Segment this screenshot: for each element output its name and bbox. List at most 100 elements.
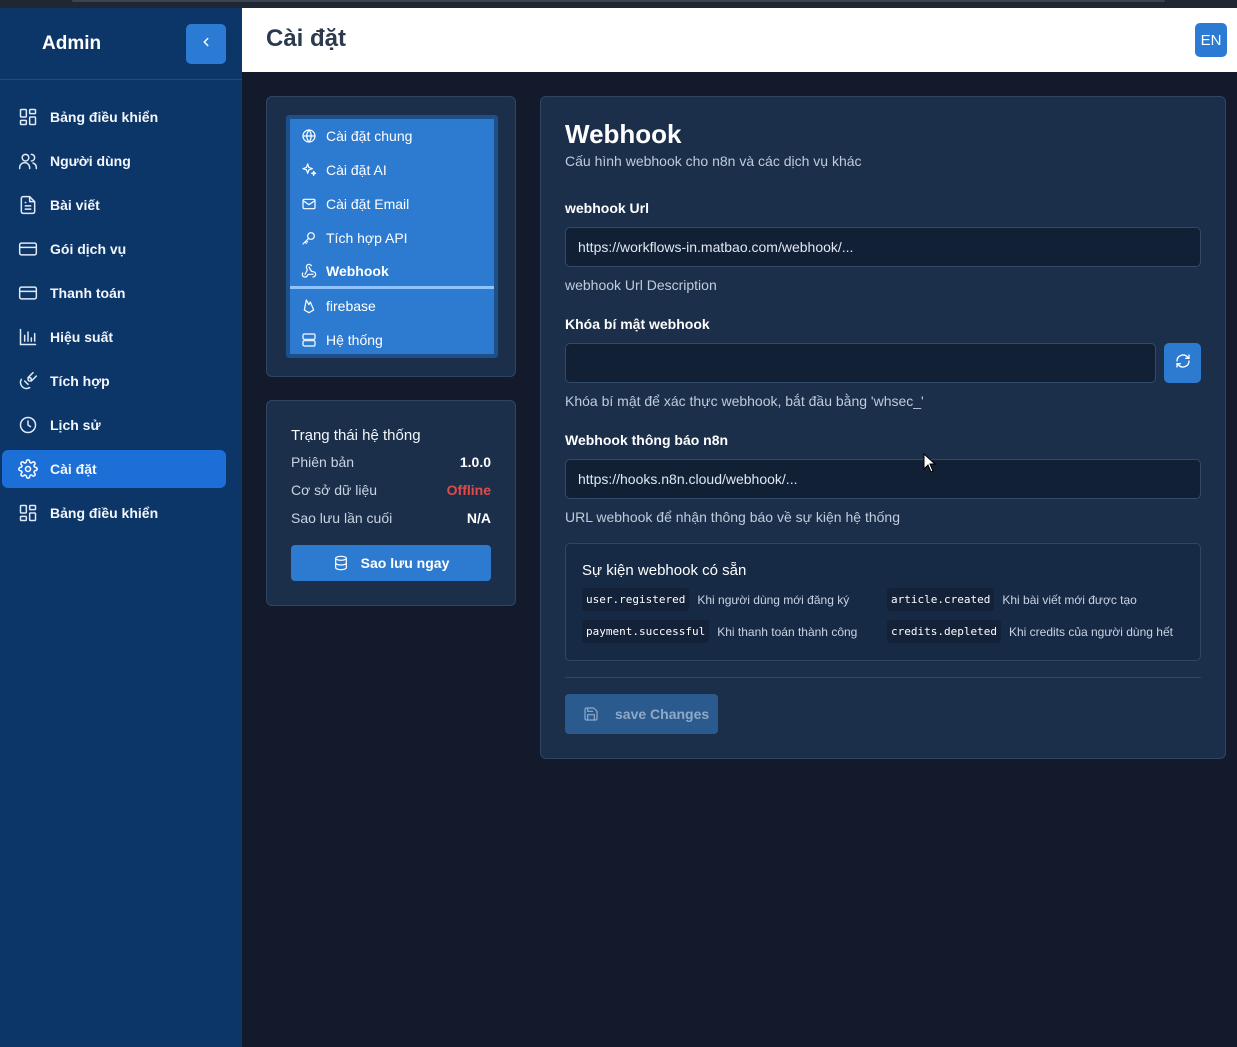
sidebar: Admin Bảng điều khiển Người dùng Bài viế… <box>0 8 242 1047</box>
sidebar-item-integrations[interactable]: Tích hợp <box>2 362 226 400</box>
sidebar-item-label: Gói dịch vụ <box>50 241 127 257</box>
event-code: payment.successful <box>582 620 710 643</box>
sidebar-item-plans[interactable]: Gói dịch vụ <box>2 230 226 268</box>
menu-item-system[interactable]: Hệ thống <box>290 323 494 357</box>
mouse-cursor-icon <box>923 452 937 478</box>
webhook-url-label: webhook Url <box>565 200 650 216</box>
menu-item-label: Cài đặt AI <box>326 162 387 178</box>
database-status-badge: Offline <box>446 482 491 498</box>
webhook-secret-input[interactable] <box>565 343 1156 383</box>
webhook-secret-label: Khóa bí mật webhook <box>565 316 710 332</box>
event-description: Khi credits của người dùng hết <box>1008 624 1173 639</box>
menu-item-label: Cài đặt Email <box>326 196 410 212</box>
system-status-card: Trạng thái hệ thống Phiên bản 1.0.0 Cơ s… <box>266 400 516 606</box>
credit-card-icon <box>18 283 38 303</box>
event-description: Khi người dùng mới đăng ký <box>697 592 850 607</box>
sidebar-item-label: Tích hợp <box>50 373 110 389</box>
last-backup-value: N/A <box>466 510 491 526</box>
refresh-icon <box>1175 353 1191 374</box>
event-item: user.registered Khi người dùng mới đăng … <box>582 588 849 611</box>
collapse-sidebar-button[interactable] <box>186 24 226 64</box>
settings-menu-card: Cài đặt chung Cài đặt AI Cài đặt Email T… <box>266 96 516 377</box>
language-toggle-button[interactable]: EN <box>1195 23 1227 57</box>
sidebar-item-settings[interactable]: Cài đặt <box>2 450 226 488</box>
save-icon <box>583 706 599 722</box>
section-title: Webhook <box>565 119 682 149</box>
brand-title: Admin <box>42 32 102 54</box>
available-events-box: Sự kiện webhook có sẵn user.registered K… <box>565 543 1201 661</box>
menu-item-label: Tích hợp API <box>326 230 408 246</box>
satellite-icon <box>18 371 38 391</box>
sidebar-item-label: Thanh toán <box>50 285 126 301</box>
menu-item-email[interactable]: Cài đặt Email <box>290 187 494 221</box>
save-changes-label: save Changes <box>615 706 710 722</box>
status-row-version: Phiên bản 1.0.0 <box>291 452 491 472</box>
sidebar-item-users[interactable]: Người dùng <box>2 142 226 180</box>
event-code: article.created <box>887 588 995 611</box>
n8n-webhook-description: URL webhook để nhận thông báo về sự kiện… <box>565 509 900 525</box>
settings-menu: Cài đặt chung Cài đặt AI Cài đặt Email T… <box>286 115 498 358</box>
sidebar-item-label: Người dùng <box>50 153 131 169</box>
events-title: Sự kiện webhook có sẵn <box>582 562 747 579</box>
n8n-webhook-input[interactable] <box>565 459 1201 499</box>
event-description: Khi bài viết mới được tạo <box>1002 592 1137 607</box>
sidebar-item-label: Hiệu suất <box>50 329 114 345</box>
mail-icon <box>300 195 318 213</box>
menu-item-general[interactable]: Cài đặt chung <box>290 119 494 153</box>
window-top-strip <box>0 0 1237 8</box>
sidebar-item-label: Bài viết <box>50 197 100 213</box>
sidebar-item-label: Bảng điều khiển <box>50 505 159 521</box>
webhook-url-description: webhook Url Description <box>565 277 717 293</box>
version-label: Phiên bản <box>291 454 355 470</box>
clock-icon <box>18 415 38 435</box>
event-code: user.registered <box>582 588 690 611</box>
globe-icon <box>300 127 318 145</box>
sparkles-icon <box>300 161 318 179</box>
menu-item-firebase[interactable]: firebase <box>290 289 494 323</box>
chevron-left-icon <box>199 35 213 54</box>
sidebar-item-label: Lịch sử <box>50 417 101 433</box>
backup-now-label: Sao lưu ngay <box>360 555 450 571</box>
event-item: payment.successful Khi thanh toán thành … <box>582 620 857 643</box>
window-top-bar <box>72 0 1165 2</box>
status-row-database: Cơ sở dữ liệu Offline <box>291 480 491 500</box>
sidebar-item-label: Cài đặt <box>50 461 97 477</box>
sidebar-item-history[interactable]: Lịch sử <box>2 406 226 444</box>
credit-card-icon <box>18 239 38 259</box>
event-item: credits.depleted Khi credits của người d… <box>887 620 1173 643</box>
database-label: Cơ sở dữ liệu <box>291 482 378 498</box>
menu-item-label: Cài đặt chung <box>326 128 413 144</box>
sidebar-brand: Admin <box>0 8 242 80</box>
menu-item-api[interactable]: Tích hợp API <box>290 221 494 255</box>
sidebar-item-label: Bảng điều khiển <box>50 109 159 125</box>
sidebar-item-payments[interactable]: Thanh toán <box>2 274 226 312</box>
dashboard-icon <box>18 107 38 127</box>
menu-item-label: Hệ thống <box>326 332 383 348</box>
flame-icon <box>300 297 318 315</box>
divider <box>565 677 1201 678</box>
section-subtitle: Cấu hình webhook cho n8n và các dịch vụ … <box>565 153 862 169</box>
sidebar-item-performance[interactable]: Hiệu suất <box>2 318 226 356</box>
menu-item-webhook[interactable]: Webhook <box>290 255 494 289</box>
database-icon <box>333 555 349 571</box>
status-title: Trạng thái hệ thống <box>291 427 421 444</box>
last-backup-label: Sao lưu lần cuối <box>291 510 393 526</box>
gear-icon <box>18 459 38 479</box>
event-item: article.created Khi bài viết mới được tạ… <box>887 588 1137 611</box>
event-code: credits.depleted <box>887 620 1001 643</box>
key-icon <box>300 229 318 247</box>
backup-now-button[interactable]: Sao lưu ngay <box>291 545 491 581</box>
page-title: Cài đặt <box>266 25 347 52</box>
webhook-settings-card: Webhook Cấu hình webhook cho n8n và các … <box>540 96 1226 759</box>
sidebar-item-articles[interactable]: Bài viết <box>2 186 226 224</box>
save-changes-button[interactable]: save Changes <box>565 694 718 734</box>
server-icon <box>300 331 318 349</box>
webhook-url-input[interactable] <box>565 227 1201 267</box>
regenerate-secret-button[interactable] <box>1164 343 1201 383</box>
version-value: 1.0.0 <box>459 454 491 470</box>
menu-item-ai[interactable]: Cài đặt AI <box>290 153 494 187</box>
n8n-webhook-label: Webhook thông báo n8n <box>565 432 729 448</box>
sidebar-item-dashboard[interactable]: Bảng điều khiển <box>2 98 226 136</box>
file-text-icon <box>18 195 38 215</box>
sidebar-item-dashboard-2[interactable]: Bảng điều khiển <box>2 494 226 532</box>
